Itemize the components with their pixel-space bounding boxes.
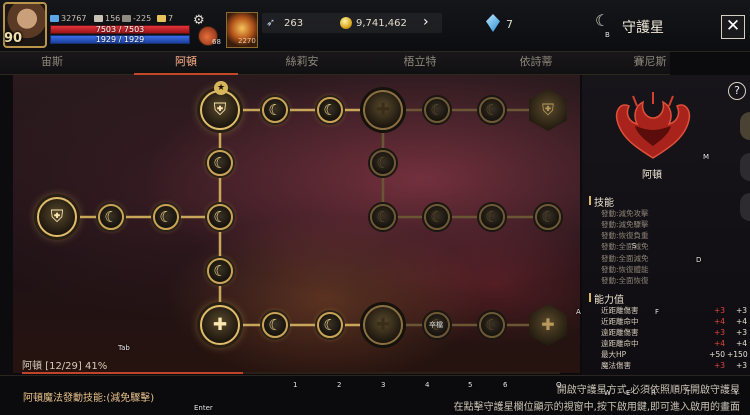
node-start-bottom[interactable]: ✚ xyxy=(200,305,240,345)
key-hint-4: 4 xyxy=(425,381,430,389)
skills-section-title: 技能 xyxy=(589,194,614,209)
key-hint-5: 5 xyxy=(468,381,473,389)
node-tooltip-label: 卒檔 xyxy=(429,321,443,329)
node-start-top[interactable]: ⛨ xyxy=(200,90,240,130)
side-tab-2[interactable] xyxy=(740,153,750,181)
stat-line: 遠距離傷害 +3 +3 xyxy=(601,328,747,337)
node-mid-2[interactable]: ☾ xyxy=(153,204,179,230)
hint-line-1: 開啟守護星方式,必須依照順序開啟守護星 xyxy=(556,385,740,396)
node-top-major[interactable]: ✚ xyxy=(363,90,403,130)
skill-line: 發動:減免驟擊 xyxy=(601,220,649,229)
active-skill-description: 阿頓魔法發動技能:(減免驟擊) xyxy=(23,393,155,404)
guardian-name: 阿頓 xyxy=(642,170,662,181)
side-tab-1[interactable] xyxy=(740,112,750,140)
tree-progress-bar xyxy=(22,372,560,374)
skill-line: 發動:全面減免 xyxy=(601,242,649,251)
key-hint-y: Y xyxy=(734,389,739,397)
skill-line: 發動:恢復體能 xyxy=(601,265,649,274)
key-hint-3: 3 xyxy=(381,381,386,389)
stat-line: 近距離命中 +4 +4 xyxy=(601,317,747,326)
stat-line: 魔法傷害 +3 +3 xyxy=(601,361,747,370)
node-mid-6[interactable]: ☾ xyxy=(479,204,505,230)
node-bot-2[interactable]: ☾ xyxy=(317,312,343,338)
key-hint-enter: Enter xyxy=(194,404,213,412)
skill-line: 發動:全面減免 xyxy=(601,254,649,263)
node-mid-3[interactable]: ☾ xyxy=(207,204,233,230)
node-bot-major[interactable]: ✚ xyxy=(363,305,403,345)
key-hint-s: S xyxy=(632,242,637,250)
side-tab-3[interactable] xyxy=(740,193,750,221)
stat-line: 近距離傷害 +3 +3 xyxy=(601,306,747,315)
node-mid-1[interactable]: ☾ xyxy=(98,204,124,230)
node-col-1[interactable]: ☾ xyxy=(207,150,233,176)
key-hint-a: A xyxy=(576,308,581,316)
skill-line: 發動:減免攻擊 xyxy=(601,209,649,218)
guardian-emblem-icon xyxy=(615,92,691,159)
node-mid-7[interactable]: ☾ xyxy=(535,204,561,230)
key-hint-r: R xyxy=(651,389,656,397)
tree-progress-text: 阿頓 [12/29] 41% xyxy=(22,361,108,372)
node-top-3[interactable]: ☾ xyxy=(424,97,450,123)
node-top-2[interactable]: ☾ xyxy=(317,97,343,123)
skill-line: 發動:全面恢復 xyxy=(601,276,649,285)
stat-line: 遠距離命中 +4 +4 xyxy=(601,339,747,348)
key-hint-t: T xyxy=(686,389,691,397)
key-hint-w: W xyxy=(604,389,611,397)
star-badge-icon: ★ xyxy=(214,81,228,95)
node-mid-col[interactable]: ☾ xyxy=(370,150,396,176)
help-button[interactable]: ? xyxy=(728,82,746,100)
skill-line: 發動:恢復負重 xyxy=(601,231,649,240)
key-hint-tab: Tab xyxy=(118,344,130,352)
locked-links xyxy=(381,108,548,327)
key-hint-6: 6 xyxy=(503,381,508,389)
node-col-2[interactable]: ☾ xyxy=(207,258,233,284)
key-hint-q: Q xyxy=(556,381,562,389)
key-hint-m: M xyxy=(703,153,710,161)
key-hint-d: D xyxy=(696,256,702,264)
node-root[interactable]: ⛨ xyxy=(37,197,77,237)
node-bot-4[interactable]: ☾ xyxy=(479,312,505,338)
node-mid-5[interactable]: ☾ xyxy=(424,204,450,230)
key-hint-e: E xyxy=(626,389,631,397)
key-hint-1: 1 xyxy=(293,381,298,389)
stats-section-title: 能力值 xyxy=(589,291,624,306)
key-hint-2: 2 xyxy=(337,381,342,389)
hint-line-2: 在點擊守護星欄位顯示的視窗中,按下啟用鍵,即可進入啟用的畫面 xyxy=(453,402,740,413)
node-top-1[interactable]: ☾ xyxy=(262,97,288,123)
key-hint-f: F xyxy=(655,308,660,316)
stat-line: 最大HP +50 +150 xyxy=(601,350,748,359)
node-mid-4[interactable]: ☾ xyxy=(370,204,396,230)
tree-progress-fill xyxy=(22,372,243,374)
node-top-4[interactable]: ☾ xyxy=(479,97,505,123)
node-bot-1[interactable]: ☾ xyxy=(262,312,288,338)
